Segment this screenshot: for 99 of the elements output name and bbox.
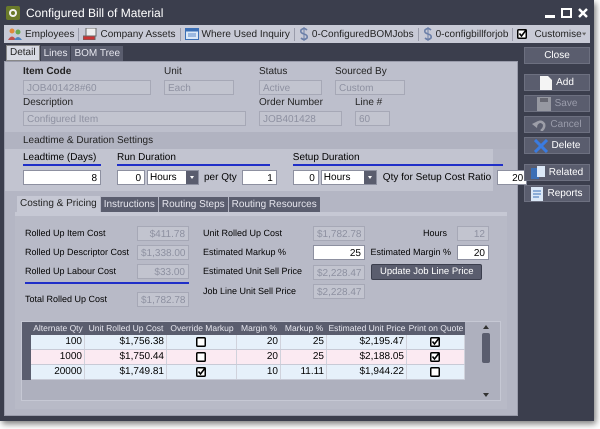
table-cell: 11.11	[300, 365, 324, 379]
tab[interactable]: BOM Tree	[71, 46, 124, 61]
table-cell: 25	[312, 335, 324, 349]
column-header[interactable]: Margin %	[237, 322, 281, 335]
close-icon[interactable]	[578, 8, 588, 18]
leadtime-field[interactable]: 8	[23, 170, 101, 185]
field-label: Unit	[164, 66, 183, 78]
pricing-label: Estimated Unit Sell Price	[203, 265, 304, 278]
pricing-field[interactable]: 25	[313, 245, 365, 260]
side-button[interactable]: Related	[524, 164, 590, 181]
cost-label: Rolled Up Descriptor Cost	[25, 246, 130, 259]
checkbox[interactable]	[196, 337, 206, 347]
floppy-icon	[536, 96, 551, 110]
table-cell: 1000	[60, 350, 82, 364]
table-cell: 100	[65, 335, 82, 349]
table-cell: 20	[266, 335, 278, 349]
undo-icon	[532, 118, 546, 130]
column-header[interactable]: Unit Rolled Up Cost	[85, 322, 167, 335]
toolbar-button[interactable]: Customise	[517, 26, 582, 42]
table-cell: $2,195.47	[360, 335, 404, 349]
field-label: Sourced By	[335, 66, 388, 78]
pricing-label: Unit Rolled Up Cost	[203, 226, 284, 240]
table-cell: $1,750.44	[120, 350, 164, 364]
toolbar-button[interactable]: 0-ConfiguredBOMJobs	[298, 26, 414, 42]
linked-documents-icon	[530, 166, 545, 180]
margin-label: Estimated Margin %	[369, 246, 452, 259]
window-title: Configured Bill of Material	[26, 4, 164, 22]
checked-checkbox[interactable]	[430, 352, 440, 362]
per-qty-label: per Qty	[204, 171, 237, 185]
setup-duration-label: Setup Duration	[292, 152, 503, 166]
window-icon	[184, 28, 199, 40]
table-cell: $1,749.81	[120, 365, 164, 379]
unit-dropdown[interactable]: Hours	[320, 170, 377, 185]
unit-dropdown[interactable]: Hours	[147, 170, 199, 185]
side-button[interactable]: Close	[524, 47, 590, 64]
column-header[interactable]: Override Markup	[167, 322, 237, 335]
field-label: Status	[259, 66, 288, 78]
field-label: Order Number	[259, 97, 324, 109]
pricing-label: Estimated Markup %	[203, 246, 288, 259]
setup-duration-field[interactable]: 0	[292, 170, 319, 185]
leadtime-label: Leadtime (Days)	[23, 152, 101, 166]
table-cell: 25	[312, 350, 324, 364]
dollar-icon	[298, 27, 309, 41]
hours-label: Hours	[422, 226, 448, 240]
scroll-up-icon[interactable]	[483, 325, 489, 329]
ratio-field[interactable]: 20	[497, 170, 528, 185]
column-header[interactable]: Estimated Unit Price	[327, 322, 407, 335]
scroll-thumb[interactable]	[482, 333, 490, 363]
cost-label: Rolled Up Item Cost	[25, 226, 107, 240]
people-icon	[8, 28, 22, 40]
field-label: Item Code	[23, 66, 72, 78]
tab[interactable]: Routing Resources	[228, 197, 320, 212]
computer-icon	[83, 28, 98, 40]
tab[interactable]: Costing & Pricing	[17, 196, 100, 212]
toolbar-button[interactable]: Where Used Inquiry	[184, 26, 290, 42]
column-header[interactable]: Alternate Qty	[31, 322, 85, 335]
margin-field[interactable]: 20	[457, 245, 489, 260]
toolbar-button[interactable]: Company Assets	[83, 26, 176, 42]
table-cell: $2,188.05	[360, 350, 404, 364]
checked-checkbox[interactable]	[430, 337, 440, 347]
table-cell: 20	[266, 350, 278, 364]
report-icon	[531, 186, 544, 200]
checkbox[interactable]	[196, 352, 206, 362]
run-duration-label: Run Duration	[117, 152, 270, 166]
cost-label: Total Rolled Up Cost	[25, 292, 108, 306]
tab[interactable]: Detail	[6, 45, 40, 61]
table-cell: $1,944.22	[360, 365, 404, 379]
tab[interactable]: Instructions	[100, 197, 158, 212]
scroll-down-icon[interactable]	[483, 393, 489, 397]
tab[interactable]: Routing Steps	[158, 197, 228, 212]
column-header[interactable]: Markup %	[281, 322, 327, 335]
table-cell: 20000	[54, 365, 82, 379]
side-button[interactable]: Delete	[524, 137, 590, 154]
update-price-button[interactable]: Update Job Line Price	[371, 264, 482, 280]
side-button[interactable]: Reports	[524, 185, 590, 202]
side-button[interactable]: Add	[524, 74, 590, 91]
toolbar-button[interactable]: 0-configbillforjob	[422, 26, 508, 42]
table-cell: 10	[266, 365, 278, 379]
cross-icon	[534, 138, 548, 152]
checked-checkbox[interactable]	[196, 367, 206, 377]
per-qty-field[interactable]: 1	[242, 170, 277, 185]
pricing-label: Job Line Unit Sell Price	[203, 284, 298, 298]
dropdown-arrow-icon[interactable]	[582, 32, 586, 36]
checked-checkbox[interactable]	[517, 29, 528, 39]
tab[interactable]: Lines	[40, 46, 70, 61]
dollar-icon	[422, 27, 433, 41]
ratio-label: Qty for Setup Cost Ratio	[382, 171, 492, 185]
document-icon	[540, 76, 552, 90]
column-header[interactable]: Print on Quote	[407, 322, 465, 335]
table-cell: $1,756.38	[120, 335, 164, 349]
section-title: Leadtime & Duration Settings	[23, 134, 154, 148]
cost-label: Rolled Up Labour Cost	[25, 264, 118, 278]
checkbox[interactable]	[430, 367, 440, 377]
maximize-icon[interactable]	[561, 8, 572, 18]
field-label: Description	[23, 97, 74, 109]
run-duration-field[interactable]: 0	[117, 170, 145, 185]
toolbar-button[interactable]: Employees	[8, 26, 74, 42]
app-logo-icon	[6, 6, 20, 20]
field-label: Line #	[355, 97, 384, 109]
